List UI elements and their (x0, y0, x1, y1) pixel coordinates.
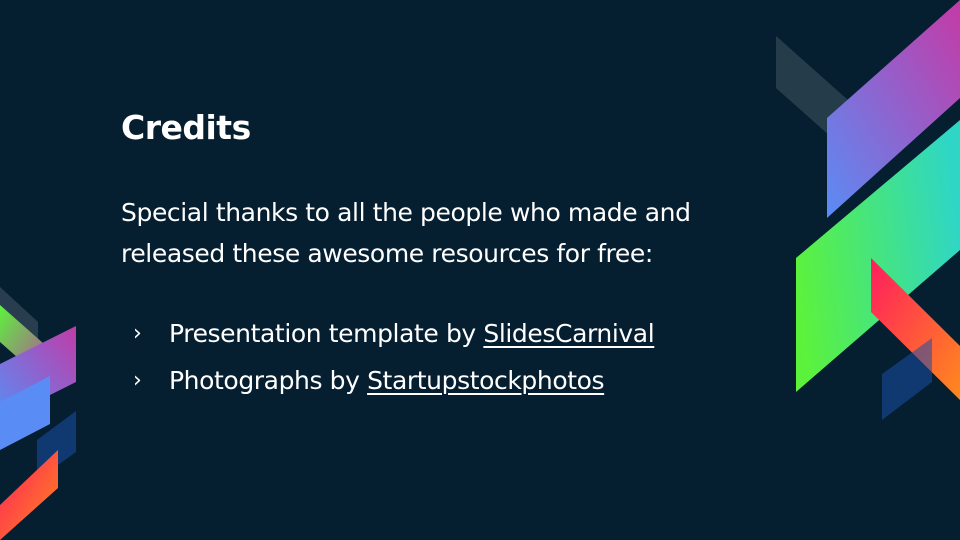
bullet-text: Photographs by (169, 366, 368, 395)
bullet-chevron-icon: › (133, 368, 142, 393)
bullet-chevron-icon: › (133, 321, 142, 346)
body-text: Special thanks to all the people who mad… (121, 198, 691, 268)
slide: Credits Special thanks to all the people… (0, 0, 960, 540)
slidescarnival-link[interactable]: SlidesCarnival (483, 319, 654, 348)
list-item: › Photographs by Startupstockphotos (133, 357, 654, 404)
credits-list: › Presentation template by SlidesCarniva… (133, 310, 655, 404)
decor-shape-left-red-orange (0, 450, 58, 540)
decor-shape-dark-blue (882, 338, 932, 420)
slide-title: Credits (121, 108, 251, 147)
list-item: › Presentation template by SlidesCarniva… (133, 310, 655, 357)
bullet-text: Presentation template by (169, 319, 484, 348)
startupstockphotos-link[interactable]: Startupstockphotos (367, 366, 604, 395)
